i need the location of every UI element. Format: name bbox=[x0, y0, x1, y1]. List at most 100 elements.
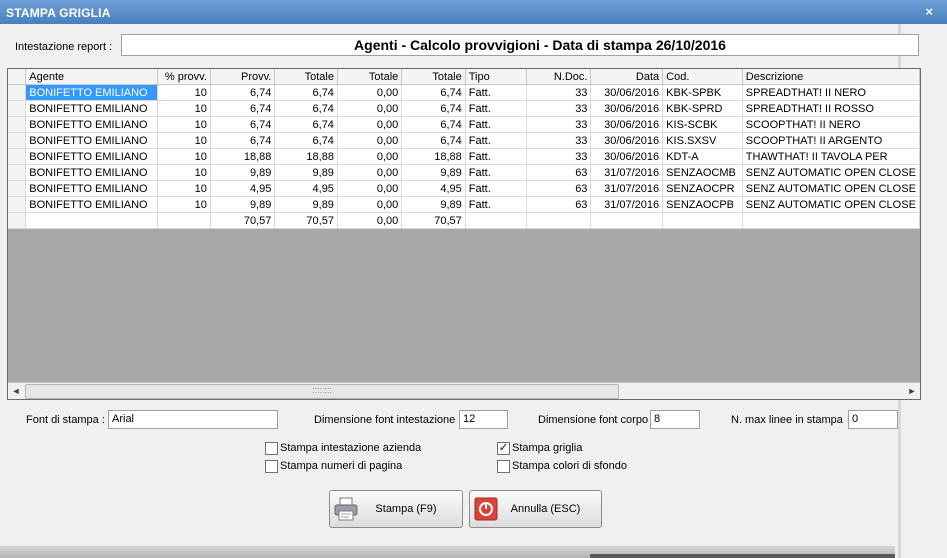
table-cell[interactable]: 6,74 bbox=[210, 116, 276, 133]
table-cell[interactable]: 63 bbox=[526, 196, 592, 213]
table-row[interactable]: BONIFETTO EMILIANO 10 6,74 6,74 0,00 6,74 Fatt… bbox=[8, 116, 920, 133]
checkbox-box[interactable] bbox=[497, 460, 510, 473]
table-cell[interactable]: Fatt. bbox=[465, 180, 528, 197]
table-cell[interactable]: 31/07/2016 bbox=[590, 164, 664, 181]
table-cell[interactable]: 0,00 bbox=[337, 196, 403, 213]
table-cell[interactable]: 30/06/2016 bbox=[590, 100, 664, 117]
table-cell[interactable]: SENZ AUTOMATIC OPEN CLOSE bbox=[742, 196, 920, 213]
column-header[interactable]: Totale bbox=[401, 69, 466, 85]
table-cell[interactable]: SENZ AUTOMATIC OPEN CLOSE bbox=[742, 164, 920, 181]
data-grid[interactable]: Agente% provv. Provv. Totale Totale Totale Ti… bbox=[7, 68, 921, 400]
table-cell[interactable]: 6,74 bbox=[401, 100, 466, 117]
print-button[interactable]: Stampa (F9) bbox=[329, 490, 463, 528]
table-cell[interactable]: 10 bbox=[157, 164, 211, 181]
table-cell[interactable]: Fatt. bbox=[465, 196, 528, 213]
row-selector[interactable] bbox=[8, 132, 27, 149]
table-cell[interactable]: 30/06/2016 bbox=[590, 116, 664, 133]
checkbox-box[interactable] bbox=[265, 460, 278, 473]
scroll-thumb[interactable]: :::::::: bbox=[25, 384, 619, 399]
row-selector[interactable] bbox=[8, 212, 27, 229]
table-cell[interactable]: 10 bbox=[157, 116, 211, 133]
column-header[interactable]: Agente bbox=[25, 69, 159, 85]
report-header-input[interactable]: Agenti - Calcolo provvigioni - Data di s… bbox=[121, 34, 919, 56]
table-cell[interactable]: 9,89 bbox=[401, 196, 466, 213]
table-cell[interactable]: 6,74 bbox=[401, 116, 466, 133]
column-header[interactable]: Totale bbox=[337, 69, 403, 85]
table-cell[interactable]: 6,74 bbox=[274, 100, 338, 117]
table-cell[interactable]: Fatt. bbox=[465, 116, 528, 133]
table-cell[interactable]: KIS-SCBK bbox=[662, 116, 743, 133]
table-cell[interactable]: 63 bbox=[526, 164, 592, 181]
table-cell[interactable]: KIS.SXSV bbox=[662, 132, 743, 149]
body-size-input[interactable]: 8 bbox=[650, 410, 700, 429]
table-cell[interactable]: BONIFETTO EMILIANO bbox=[25, 180, 159, 197]
table-cell[interactable]: 10 bbox=[157, 196, 211, 213]
table-cell[interactable]: 33 bbox=[526, 132, 592, 149]
table-row[interactable]: BONIFETTO EMILIANO 10 18,88 18,88 0,00 18,88 F… bbox=[8, 148, 920, 165]
horizontal-scrollbar[interactable]: ◄ :::::::: ► bbox=[8, 382, 920, 399]
max-lines-input[interactable]: 0 bbox=[848, 410, 898, 429]
table-cell[interactable]: 9,89 bbox=[401, 164, 466, 181]
table-cell[interactable]: KBK-SPRD bbox=[662, 100, 743, 117]
table-cell[interactable]: 6,74 bbox=[401, 132, 466, 149]
table-cell[interactable]: BONIFETTO EMILIANO bbox=[25, 164, 159, 181]
table-cell[interactable]: 9,89 bbox=[274, 196, 338, 213]
table-row[interactable]: BONIFETTO EMILIANO 10 6,74 6,74 0,00 6,74 Fatt… bbox=[8, 84, 920, 101]
table-cell[interactable]: 0,00 bbox=[337, 84, 403, 101]
table-cell[interactable]: 9,89 bbox=[210, 164, 276, 181]
row-selector[interactable] bbox=[8, 100, 27, 117]
table-cell[interactable]: 10 bbox=[157, 100, 211, 117]
table-cell[interactable]: 63 bbox=[526, 180, 592, 197]
table-cell[interactable]: 10 bbox=[157, 84, 211, 101]
table-cell[interactable]: 9,89 bbox=[274, 164, 338, 181]
table-cell[interactable]: SCOOPTHAT! II ARGENTO bbox=[742, 132, 920, 149]
table-row[interactable]: BONIFETTO EMILIANO 10 4,95 4,95 0,00 4,95 Fatt… bbox=[8, 180, 920, 197]
font-input[interactable]: Arial bbox=[108, 410, 278, 429]
table-cell[interactable]: Fatt. bbox=[465, 100, 528, 117]
table-row[interactable]: BONIFETTO EMILIANO 10 6,74 6,74 0,00 6,74 Fatt… bbox=[8, 100, 920, 117]
checkbox-box[interactable] bbox=[265, 442, 278, 455]
table-cell[interactable]: 6,74 bbox=[210, 100, 276, 117]
table-cell[interactable]: SPREADTHAT! II ROSSO bbox=[742, 100, 920, 117]
scroll-left-icon[interactable]: ◄ bbox=[8, 383, 24, 399]
table-cell[interactable]: 18,88 bbox=[401, 148, 466, 165]
table-cell[interactable]: SENZAOCMB bbox=[662, 164, 743, 181]
table-cell[interactable]: 6,74 bbox=[210, 84, 276, 101]
table-cell[interactable]: 33 bbox=[526, 148, 592, 165]
table-cell[interactable]: Fatt. bbox=[465, 148, 528, 165]
column-header[interactable]: Data bbox=[590, 69, 664, 85]
table-cell[interactable]: 0,00 bbox=[337, 148, 403, 165]
column-header[interactable]: Provv. bbox=[210, 69, 276, 85]
table-cell[interactable]: 0,00 bbox=[337, 100, 403, 117]
table-cell[interactable]: THAWTHAT! II TAVOLA PER bbox=[742, 148, 920, 165]
table-cell[interactable]: 6,74 bbox=[274, 116, 338, 133]
table-cell[interactable]: 30/06/2016 bbox=[590, 132, 664, 149]
table-cell[interactable]: 31/07/2016 bbox=[590, 180, 664, 197]
table-cell[interactable]: 18,88 bbox=[210, 148, 276, 165]
table-cell[interactable]: SCOOPTHAT! II NERO bbox=[742, 116, 920, 133]
row-selector[interactable] bbox=[8, 180, 27, 197]
table-cell[interactable]: 4,95 bbox=[210, 180, 276, 197]
cancel-button[interactable]: Annulla (ESC) bbox=[469, 490, 602, 528]
table-cell[interactable]: 10 bbox=[157, 180, 211, 197]
table-cell[interactable]: Fatt. bbox=[465, 132, 528, 149]
scroll-right-icon[interactable]: ► bbox=[904, 383, 920, 399]
table-cell[interactable]: BONIFETTO EMILIANO bbox=[25, 84, 159, 101]
column-header[interactable]: Totale bbox=[274, 69, 338, 85]
table-cell[interactable]: 10 bbox=[157, 148, 211, 165]
table-cell[interactable]: BONIFETTO EMILIANO bbox=[25, 116, 159, 133]
table-cell[interactable]: BONIFETTO EMILIANO bbox=[25, 100, 159, 117]
table-cell[interactable]: 33 bbox=[526, 100, 592, 117]
checkmark-icon[interactable]: ✓ bbox=[497, 442, 510, 455]
table-row[interactable]: BONIFETTO EMILIANO 10 9,89 9,89 0,00 9,89 Fatt… bbox=[8, 164, 920, 181]
table-row[interactable]: BONIFETTO EMILIANO 10 6,74 6,74 0,00 6,74 Fatt… bbox=[8, 132, 920, 149]
table-cell[interactable]: 10 bbox=[157, 132, 211, 149]
row-selector[interactable] bbox=[8, 196, 27, 213]
table-row[interactable]: BONIFETTO EMILIANO 10 9,89 9,89 0,00 9,89 Fatt… bbox=[8, 196, 920, 213]
table-cell[interactable]: 0,00 bbox=[337, 116, 403, 133]
table-cell[interactable]: BONIFETTO EMILIANO bbox=[25, 132, 159, 149]
table-cell[interactable]: 4,95 bbox=[401, 180, 466, 197]
table-cell[interactable]: 33 bbox=[526, 84, 592, 101]
table-cell[interactable]: BONIFETTO EMILIANO bbox=[25, 148, 159, 165]
column-header[interactable]: Cod. bbox=[662, 69, 743, 85]
